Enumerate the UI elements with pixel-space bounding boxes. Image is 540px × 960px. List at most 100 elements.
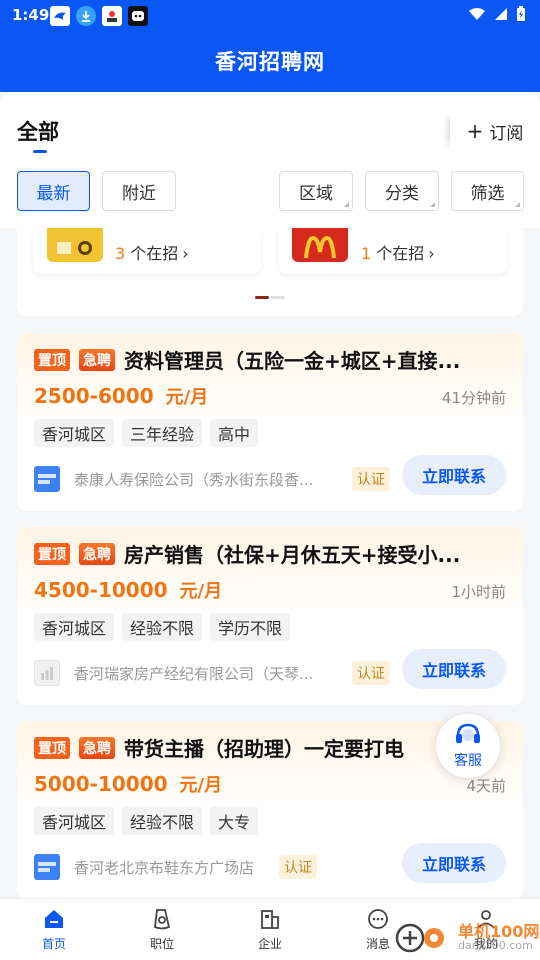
carousel-dot-active — [255, 296, 269, 299]
posted-time: 41分钟前 — [441, 389, 506, 407]
mcdonalds-logo — [292, 228, 348, 262]
filter-nearby[interactable]: 附近 — [102, 171, 176, 211]
pinned-badge: 置顶 — [34, 543, 70, 565]
company-job-count: 1 个在招 › — [361, 244, 435, 263]
page-title: 香河招聘网 — [215, 50, 325, 74]
contact-button[interactable]: 立即联系 — [402, 455, 506, 495]
chevron-right-icon: › — [182, 244, 189, 263]
customer-service-button[interactable]: 客服 — [436, 714, 500, 778]
company-name[interactable]: 香河老北京布鞋东方广场店 — [74, 857, 254, 878]
job-card[interactable]: 置顶 急聘 资料管理员（五险一金+城区+直接... 2500-6000 元/月 4… — [17, 333, 523, 511]
game-app-icon — [102, 6, 122, 26]
filter-category-label: 分类 — [385, 183, 419, 204]
job-tags: 香河城区 三年经验 高中 — [34, 419, 259, 447]
filter-region[interactable]: 区域 — [279, 171, 353, 211]
nav-jobs[interactable]: 职位 — [122, 907, 202, 952]
watermark-logo — [395, 923, 444, 953]
company-logo — [34, 854, 60, 880]
job-title[interactable]: 资料管理员（五险一金+城区+直接... — [124, 345, 499, 374]
bird-app-icon — [50, 6, 70, 26]
job-tag: 大专 — [210, 807, 259, 835]
company-card[interactable]: 1 个在招 › — [279, 228, 507, 274]
verified-badge: 认证 — [279, 855, 317, 879]
contact-button[interactable]: 立即联系 — [402, 649, 506, 689]
verified-badge: 认证 — [352, 661, 390, 685]
dropdown-corner-icon — [515, 202, 520, 207]
status-time: 1:49 — [12, 6, 50, 24]
watermark-text: 单机100网 danji100.com — [458, 921, 540, 952]
tab-all[interactable]: 全部 — [17, 116, 59, 146]
company-name[interactable]: 泰康人寿保险公司（秀水街东段香... — [74, 469, 313, 490]
filter-latest[interactable]: 最新 — [17, 171, 90, 211]
job-salary: 5000-10000 元/月 — [34, 772, 223, 796]
briefcase-icon — [154, 909, 171, 930]
job-tag: 香河城区 — [34, 613, 115, 641]
site-watermark: 单机100网 danji100.com — [394, 918, 539, 956]
chevron-right-icon: › — [428, 244, 435, 263]
filter-panel: 全部 + 订阅 最新 附近 区域 分类 筛选 — [0, 92, 540, 228]
job-salary: 2500-6000 元/月 — [34, 384, 209, 408]
pinned-badge: 置顶 — [34, 349, 70, 371]
wifi-icon — [469, 8, 485, 20]
status-bar: 1:49 — [0, 0, 540, 32]
dropdown-corner-icon — [344, 202, 349, 207]
company-card[interactable]: 3 个在招 › — [33, 228, 261, 274]
app-header: 1:49 香河招聘网 — [0, 0, 540, 92]
job-tags: 香河城区 经验不限 学历不限 — [34, 613, 291, 641]
bot-app-icon — [128, 6, 148, 26]
job-card[interactable]: 置顶 急聘 房产销售（社保+月休五天+接受小... 4500-10000 元/月 … — [17, 527, 523, 705]
message-icon — [368, 909, 388, 929]
subscribe-button[interactable]: + 订阅 — [450, 112, 540, 150]
customer-service-label: 客服 — [454, 753, 482, 769]
headset-icon — [456, 723, 480, 743]
home-icon — [45, 910, 63, 928]
job-tag: 经验不限 — [122, 613, 203, 641]
job-tag: 三年经验 — [122, 419, 203, 447]
contact-button[interactable]: 立即联系 — [402, 843, 506, 883]
plus-icon: + — [466, 119, 484, 143]
urgent-badge: 急聘 — [79, 543, 115, 565]
company-name[interactable]: 香河瑞家房产经纪有限公司（天琴... — [74, 663, 313, 684]
download-icon — [76, 6, 96, 26]
system-status — [468, 6, 526, 22]
battery-icon — [517, 6, 525, 21]
job-tag: 香河城区 — [34, 807, 115, 835]
job-tag: 香河城区 — [34, 419, 115, 447]
urgent-badge: 急聘 — [79, 349, 115, 371]
filter-region-label: 区域 — [299, 183, 333, 204]
filter-category[interactable]: 分类 — [365, 171, 439, 211]
filter-more-label: 筛选 — [470, 183, 505, 204]
job-tag: 高中 — [210, 419, 259, 447]
dropdown-corner-icon — [430, 202, 435, 207]
company-job-count: 3 个在招 › — [115, 244, 189, 263]
company-logo — [47, 228, 103, 262]
job-tags: 香河城区 经验不限 大专 — [34, 807, 259, 835]
subscribe-label: 订阅 — [489, 123, 524, 144]
company-logo — [34, 660, 60, 686]
nav-home[interactable]: 首页 — [14, 907, 94, 952]
job-salary: 4500-10000 元/月 — [34, 578, 223, 602]
filter-more[interactable]: 筛选 — [451, 171, 524, 211]
carousel-indicator — [255, 296, 285, 299]
nav-home-label: 首页 — [41, 937, 66, 951]
nav-jobs-label: 职位 — [149, 937, 174, 951]
posted-time: 1小时前 — [451, 583, 506, 601]
verified-badge: 认证 — [352, 467, 390, 491]
posted-time: 4天前 — [466, 777, 506, 795]
signal-icon — [495, 8, 507, 20]
tab-active-indicator — [33, 150, 47, 153]
building-icon — [261, 910, 279, 929]
job-tag: 学历不限 — [210, 613, 291, 641]
notification-icons — [50, 6, 148, 26]
company-logo — [34, 466, 60, 492]
urgent-badge: 急聘 — [79, 737, 115, 759]
job-title[interactable]: 带货主播（招助理）一定要打电 — [124, 733, 454, 762]
carousel-dot — [271, 296, 285, 299]
pinned-badge: 置顶 — [34, 737, 70, 759]
nav-messages-label: 消息 — [365, 937, 390, 951]
nav-company-label: 企业 — [257, 937, 282, 951]
job-title[interactable]: 房产销售（社保+月休五天+接受小... — [124, 539, 499, 568]
job-tag: 经验不限 — [122, 807, 203, 835]
nav-company[interactable]: 企业 — [230, 907, 310, 952]
company-carousel[interactable]: 3 个在招 › 1 个在招 › — [17, 228, 523, 316]
